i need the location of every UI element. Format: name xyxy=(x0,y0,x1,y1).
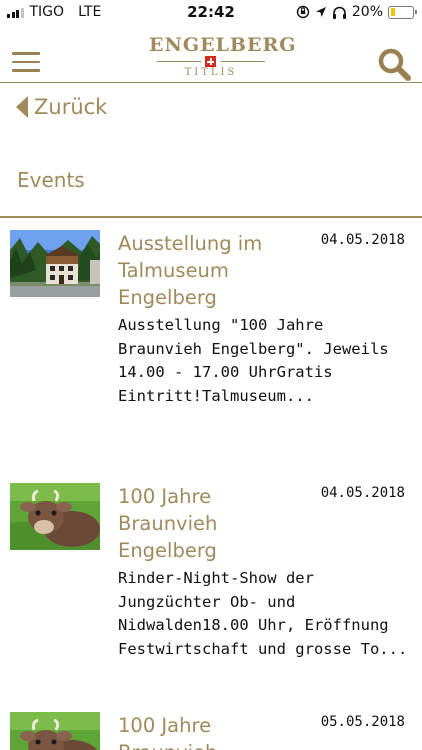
hamburger-menu-icon[interactable] xyxy=(12,52,40,72)
headphones-icon xyxy=(332,6,346,19)
app-header: ENGELBERG TITLIS xyxy=(0,24,422,83)
section-divider xyxy=(0,216,422,218)
status-right: 20% xyxy=(296,4,417,20)
event-item[interactable]: Ausstellung im Talmuseum Engelberg 04.05… xyxy=(0,230,422,440)
event-item[interactable]: 100 Jahre Braunvieh Engelberg 04.05.2018… xyxy=(0,483,422,693)
location-arrow-icon xyxy=(315,7,326,17)
logo-sub-text: TITLIS xyxy=(184,67,238,78)
event-item[interactable]: 100 Jahre Braunvieh 05.05.2018 xyxy=(0,712,422,750)
event-date: 04.05.2018 xyxy=(320,232,405,248)
battery-percent: 20% xyxy=(351,4,383,20)
search-icon[interactable] xyxy=(376,46,412,82)
rotation-lock-icon xyxy=(296,5,310,19)
page-title: Events xyxy=(17,168,85,192)
event-title[interactable]: 100 Jahre Braunvieh Engelberg xyxy=(118,483,298,564)
event-date: 04.05.2018 xyxy=(320,485,405,501)
event-date: 05.05.2018 xyxy=(320,714,405,730)
engelberg-titlis-logo[interactable]: ENGELBERG TITLIS xyxy=(149,34,297,79)
swiss-flag-icon xyxy=(205,56,216,67)
event-description: Ausstellung "100 Jahre Braunvieh Engelbe… xyxy=(118,316,389,405)
event-description: Rinder-Night-Show der Jungzüchter Ob- un… xyxy=(118,569,408,658)
chevron-left-icon xyxy=(16,96,28,118)
event-thumbnail-cow[interactable] xyxy=(10,712,100,750)
back-button[interactable]: Zurück xyxy=(16,93,107,121)
status-bar: TIGO LTE 22:42 20% xyxy=(0,0,422,24)
event-title[interactable]: 100 Jahre Braunvieh xyxy=(118,712,298,750)
back-label: Zurück xyxy=(34,95,108,119)
logo-main-text: ENGELBERG xyxy=(149,34,297,56)
event-thumbnail-chalet[interactable] xyxy=(10,230,100,297)
battery-icon xyxy=(388,5,417,19)
event-title[interactable]: Ausstellung im Talmuseum Engelberg xyxy=(118,230,298,311)
event-thumbnail-cow[interactable] xyxy=(10,483,100,550)
